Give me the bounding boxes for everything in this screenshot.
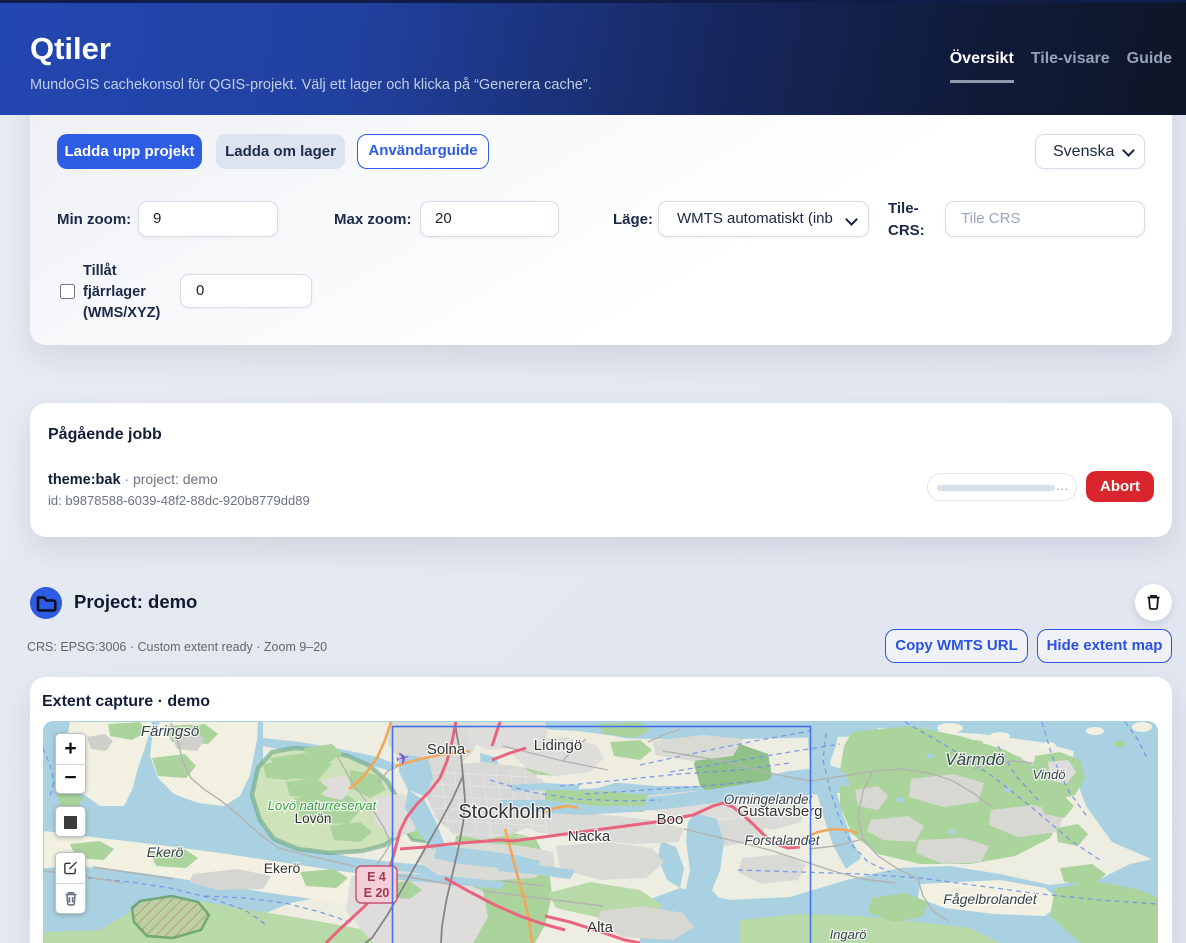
svg-text:Nacka: Nacka (568, 828, 611, 845)
svg-text:Färingsö: Färingsö (141, 723, 199, 740)
svg-text:Ekerö: Ekerö (147, 844, 184, 860)
svg-text:Värmdö: Värmdö (945, 750, 1005, 769)
svg-text:Solna: Solna (427, 741, 466, 758)
svg-text:Lovön: Lovön (295, 811, 332, 826)
svg-text:Stockholm: Stockholm (458, 801, 551, 823)
svg-text:Ekerö: Ekerö (264, 860, 301, 876)
svg-text:Fågelbrolandet: Fågelbrolandet (943, 891, 1038, 907)
svg-text:Boo: Boo (657, 811, 684, 828)
svg-text:Ingarö: Ingarö (830, 927, 867, 942)
svg-text:E 4: E 4 (367, 870, 386, 884)
svg-text:Lidingö: Lidingö (534, 737, 582, 754)
svg-text:Forstalandet: Forstalandet (744, 833, 820, 848)
svg-text:E 20: E 20 (364, 886, 390, 900)
svg-text:Vindö: Vindö (1032, 767, 1065, 782)
svg-text:Alta: Alta (587, 919, 614, 936)
